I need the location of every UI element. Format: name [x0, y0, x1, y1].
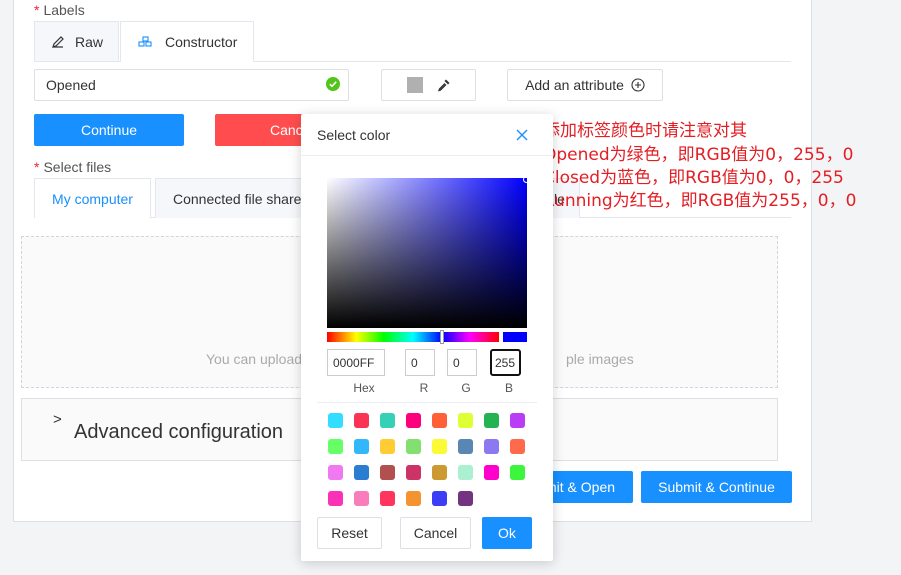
add-attribute-button[interactable]: Add an attribute	[507, 69, 663, 101]
preset-color-swatch[interactable]	[406, 465, 421, 480]
picker-divider	[317, 402, 537, 403]
labels-title: Labels	[43, 2, 85, 18]
preset-color-swatch[interactable]	[380, 439, 395, 454]
color-preview-swatch	[406, 77, 423, 93]
preset-color-swatch[interactable]	[406, 413, 421, 428]
tab-my-computer-label: My computer	[52, 190, 133, 207]
preset-color-swatch[interactable]	[510, 439, 525, 454]
labels-heading: * Labels	[34, 2, 85, 18]
reset-label: Reset	[331, 525, 368, 541]
color-picker-popup: Select color 0000FF 0 0 255 Hex R G B Re…	[301, 114, 553, 561]
preset-color-swatch[interactable]	[328, 439, 343, 454]
tab-raw-label: Raw	[75, 33, 104, 50]
tab-my-computer[interactable]: My computer	[34, 178, 151, 218]
continue-label: Continue	[80, 122, 138, 138]
annotation-line-2: Opened为绿色，即RGB值为0，255，0	[543, 145, 854, 165]
pencil-icon	[51, 35, 65, 49]
red-input[interactable]: 0	[405, 349, 435, 376]
files-title: Select files	[43, 159, 112, 175]
preset-color-swatch[interactable]	[484, 413, 499, 428]
required-mark: *	[34, 159, 40, 175]
cancel-label: Canc	[270, 122, 303, 138]
label-color-button[interactable]	[381, 69, 476, 101]
red-label: R	[419, 381, 429, 395]
preset-color-swatch[interactable]	[458, 413, 473, 428]
blue-input[interactable]: 255	[490, 349, 521, 376]
preset-color-swatch[interactable]	[354, 491, 369, 506]
blue-input-value: 255	[495, 355, 516, 370]
red-input-value: 0	[411, 355, 418, 370]
preset-color-swatch[interactable]	[380, 413, 395, 428]
preset-color-swatch[interactable]	[354, 413, 369, 428]
files-heading: * Select files	[34, 159, 111, 175]
current-color-swatch	[503, 332, 527, 342]
ok-button[interactable]: Ok	[482, 517, 532, 549]
green-label: G	[461, 381, 471, 395]
picker-cancel-label: Cancel	[413, 525, 458, 541]
green-input-value: 0	[453, 355, 460, 370]
reset-button[interactable]: Reset	[317, 517, 382, 549]
preset-color-swatch[interactable]	[328, 413, 343, 428]
preset-color-swatch[interactable]	[458, 439, 473, 454]
hue-slider[interactable]	[327, 332, 499, 342]
preset-color-swatch[interactable]	[354, 439, 369, 454]
preset-color-swatch[interactable]	[484, 465, 499, 480]
tab-connected-file-share[interactable]: Connected file share	[155, 178, 305, 218]
dropzone-text-left: You can upload	[206, 351, 303, 367]
close-icon[interactable]	[516, 128, 528, 146]
hex-label: Hex	[353, 381, 375, 395]
tab-connected-file-share-label: Connected file share	[173, 190, 302, 207]
tab-constructor-label: Constructor	[165, 34, 238, 50]
label-name-value: Opened	[46, 77, 96, 93]
chevron-right-icon: >	[53, 411, 62, 428]
required-mark: *	[34, 2, 40, 18]
preset-color-swatch[interactable]	[328, 491, 343, 506]
annotation-line-1: 添加标签颜色时请注意对其	[543, 121, 747, 141]
preset-color-swatch[interactable]	[380, 465, 395, 480]
hex-input-value: 0000FF	[333, 355, 375, 370]
annotation-line-3: Closed为蓝色，即RGB值为0，0，255	[543, 168, 844, 188]
tab-raw[interactable]: Raw	[34, 21, 119, 61]
annotation-line-4: Running为红色，即RGB值为255，0，0	[543, 191, 857, 211]
plus-circle-icon	[631, 78, 645, 92]
preset-color-swatch[interactable]	[510, 413, 525, 428]
saturation-area[interactable]	[327, 178, 527, 328]
preset-color-swatch[interactable]	[432, 491, 447, 506]
label-name-input[interactable]: Opened	[34, 69, 349, 101]
preset-color-swatch[interactable]	[406, 439, 421, 454]
blue-label: B	[504, 381, 513, 395]
hex-input[interactable]: 0000FF	[327, 349, 385, 376]
picker-cancel-button[interactable]: Cancel	[400, 517, 471, 549]
preset-color-swatch[interactable]	[432, 465, 447, 480]
preset-color-swatch[interactable]	[354, 465, 369, 480]
add-attribute-label: Add an attribute	[525, 77, 624, 93]
preset-color-swatch[interactable]	[484, 439, 499, 454]
advanced-configuration-title: Advanced configuration	[74, 421, 284, 443]
preset-color-swatch[interactable]	[406, 491, 421, 506]
continue-button[interactable]: Continue	[34, 114, 184, 146]
saturation-cursor[interactable]	[523, 176, 530, 183]
submit-continue-button[interactable]: Submit & Continue	[641, 471, 792, 503]
preset-color-swatch[interactable]	[380, 491, 395, 506]
submit-open-label: mit & Open	[545, 479, 616, 495]
green-input[interactable]: 0	[447, 349, 477, 376]
blocks-icon	[138, 36, 153, 48]
preset-color-swatch[interactable]	[432, 439, 447, 454]
preset-color-swatch[interactable]	[458, 491, 473, 506]
preset-color-swatch[interactable]	[328, 465, 343, 480]
eyedropper-icon	[437, 78, 451, 92]
ok-label: Ok	[498, 525, 516, 541]
preset-color-swatch[interactable]	[458, 465, 473, 480]
preset-color-swatch[interactable]	[432, 413, 447, 428]
tab-constructor[interactable]: Constructor	[120, 21, 254, 62]
check-circle-icon	[326, 77, 340, 96]
submit-continue-label: Submit & Continue	[658, 479, 775, 495]
color-picker-title: Select color	[317, 126, 391, 143]
dropzone-text-right: ple images	[566, 351, 634, 367]
preset-color-swatch[interactable]	[510, 465, 525, 480]
hue-slider-thumb[interactable]	[440, 330, 444, 344]
